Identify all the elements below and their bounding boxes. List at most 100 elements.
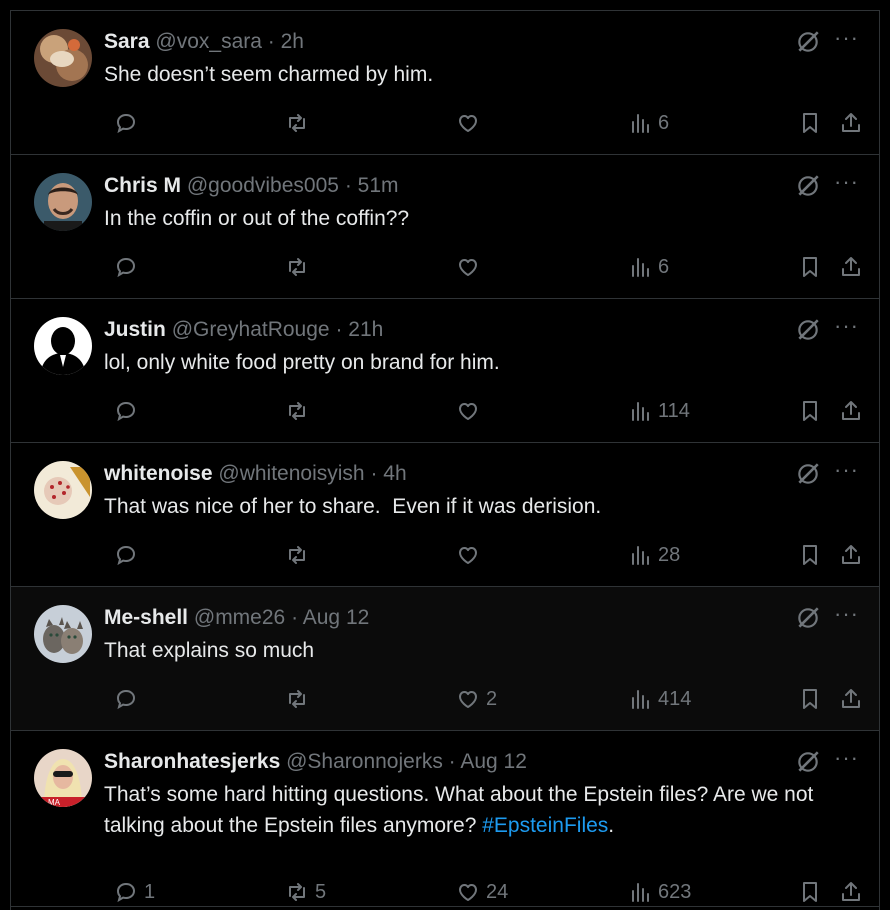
more-icon[interactable]: ···	[834, 601, 859, 627]
post[interactable]: Chris M @goodvibes005 · 51m In the coffi…	[11, 155, 879, 299]
avatar[interactable]	[34, 461, 92, 519]
more-icon[interactable]: ···	[834, 169, 859, 195]
like-button[interactable]	[456, 110, 486, 136]
retweet-icon	[289, 690, 305, 708]
share-button[interactable]	[839, 686, 863, 712]
views-icon	[632, 402, 649, 421]
author-name[interactable]: Chris M	[104, 174, 181, 197]
post[interactable]: MA Sharonhatesjerks @Sharonnojerks · Aug…	[11, 731, 879, 907]
separator-dot: ·	[291, 606, 299, 629]
author-name[interactable]: whitenoise	[104, 462, 213, 485]
timestamp[interactable]: 2h	[281, 30, 304, 53]
share-button[interactable]	[839, 110, 863, 136]
like-icon	[459, 691, 477, 708]
post[interactable]: whitenoise @whitenoisyish · 4h That was …	[11, 443, 879, 587]
action-bar: 114	[104, 398, 860, 424]
grok-icon[interactable]	[795, 749, 821, 775]
reply-icon	[116, 257, 136, 278]
action-bar: 28	[104, 542, 860, 568]
grok-icon[interactable]	[795, 317, 821, 343]
like-count: 24	[486, 880, 509, 903]
reply-button[interactable]	[114, 398, 144, 424]
separator-dot: ·	[267, 30, 275, 53]
views-button[interactable]: 623	[628, 879, 691, 905]
post[interactable]: Justin @GreyhatRouge · 21h lol, only whi…	[11, 299, 879, 443]
post-text-end: .	[608, 814, 615, 837]
like-button[interactable]	[456, 542, 486, 568]
avatar[interactable]	[34, 317, 92, 375]
reply-button[interactable]	[114, 254, 144, 280]
bookmark-button[interactable]	[798, 398, 822, 424]
more-icon[interactable]: ···	[834, 313, 859, 339]
like-button[interactable]: 2	[456, 686, 497, 712]
share-button[interactable]	[839, 879, 863, 905]
bookmark-button[interactable]	[798, 686, 822, 712]
post-header: whitenoise @whitenoisyish · 4h	[104, 459, 407, 489]
retweet-button[interactable]	[285, 254, 315, 280]
author-handle[interactable]: @goodvibes005	[187, 174, 339, 197]
avatar[interactable]	[34, 173, 92, 231]
bookmark-icon	[803, 689, 817, 709]
bookmark-icon	[803, 882, 817, 902]
separator-dot: ·	[344, 174, 352, 197]
timestamp[interactable]: 21h	[348, 318, 383, 341]
author-name[interactable]: Me-shell	[104, 606, 188, 629]
timestamp[interactable]: 51m	[358, 174, 399, 197]
more-icon[interactable]: ···	[834, 457, 859, 483]
share-icon	[842, 401, 860, 420]
share-icon	[842, 113, 860, 132]
more-icon[interactable]: ···	[834, 25, 859, 51]
share-button[interactable]	[839, 254, 863, 280]
grok-icon[interactable]	[795, 605, 821, 631]
like-button[interactable]	[456, 398, 486, 424]
reply-icon	[116, 401, 136, 422]
post[interactable]: Me-shell @mme26 · Aug 12 That explains s…	[11, 587, 879, 731]
reply-button[interactable]	[114, 542, 144, 568]
like-button[interactable]: 24	[456, 879, 508, 905]
share-icon	[842, 689, 860, 708]
views-button[interactable]: 28	[628, 542, 680, 568]
author-name[interactable]: Justin	[104, 318, 166, 341]
views-count: 114	[658, 399, 690, 422]
more-icon[interactable]: ···	[834, 745, 859, 771]
retweet-button[interactable]: 5	[285, 879, 326, 905]
views-button[interactable]: 414	[628, 686, 691, 712]
author-handle[interactable]: @vox_sara	[155, 30, 262, 53]
author-handle[interactable]: @Sharonnojerks	[286, 750, 443, 773]
reply-button[interactable]: 1	[114, 879, 155, 905]
views-button[interactable]: 6	[628, 110, 669, 136]
like-icon	[459, 884, 477, 901]
share-button[interactable]	[839, 398, 863, 424]
retweet-button[interactable]	[285, 542, 315, 568]
grok-icon[interactable]	[795, 173, 821, 199]
views-button[interactable]: 114	[628, 398, 690, 424]
retweet-button[interactable]	[285, 686, 315, 712]
avatar[interactable]: MA	[34, 749, 92, 807]
bookmark-button[interactable]	[798, 254, 822, 280]
hashtag-link[interactable]: #EpsteinFiles	[482, 814, 608, 837]
author-handle[interactable]: @GreyhatRouge	[172, 318, 330, 341]
timestamp[interactable]: 4h	[383, 462, 406, 485]
like-count: 2	[486, 687, 498, 710]
like-button[interactable]	[456, 254, 486, 280]
author-name[interactable]: Sharonhatesjerks	[104, 750, 280, 773]
timestamp[interactable]: Aug 12	[303, 606, 370, 629]
grok-icon[interactable]	[795, 29, 821, 55]
reply-button[interactable]	[114, 110, 144, 136]
bookmark-button[interactable]	[798, 879, 822, 905]
timestamp[interactable]: Aug 12	[460, 750, 527, 773]
avatar[interactable]	[34, 605, 92, 663]
grok-icon[interactable]	[795, 461, 821, 487]
bookmark-button[interactable]	[798, 110, 822, 136]
reply-button[interactable]	[114, 686, 144, 712]
retweet-button[interactable]	[285, 110, 315, 136]
author-handle[interactable]: @mme26	[194, 606, 285, 629]
avatar[interactable]	[34, 29, 92, 87]
retweet-button[interactable]	[285, 398, 315, 424]
views-button[interactable]: 6	[628, 254, 669, 280]
author-name[interactable]: Sara	[104, 30, 150, 53]
share-button[interactable]	[839, 542, 863, 568]
author-handle[interactable]: @whitenoisyish	[218, 462, 364, 485]
post[interactable]: Sara @vox_sara · 2h She doesn’t seem cha…	[11, 11, 879, 155]
bookmark-button[interactable]	[798, 542, 822, 568]
